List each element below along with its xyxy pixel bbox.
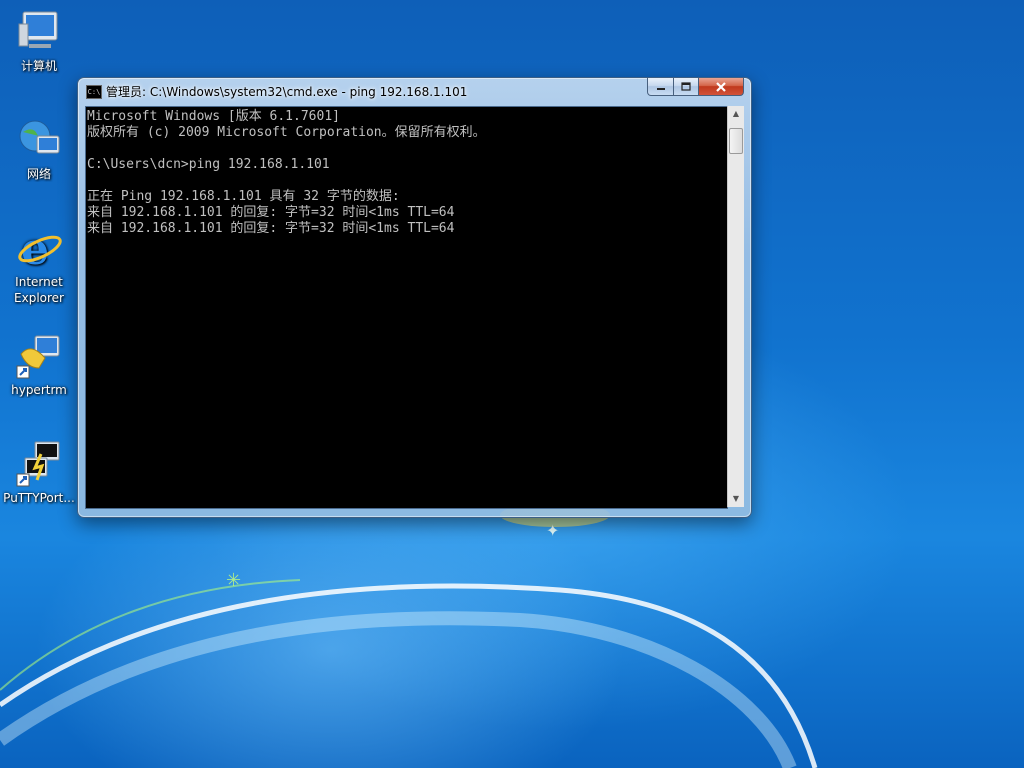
svg-text:✳: ✳ — [226, 570, 241, 591]
scroll-down-icon[interactable]: ▼ — [728, 491, 744, 507]
computer-icon — [18, 11, 58, 48]
putty-icon — [16, 441, 60, 487]
desktop-icon-network[interactable]: 网络 — [2, 116, 76, 182]
console-line: 正在 Ping 192.168.1.101 具有 32 字节的数据: — [87, 189, 400, 204]
console-lines: Microsoft Windows [版本 6.1.7601] 版权所有 (c)… — [86, 107, 727, 237]
desktop-icon-putty[interactable]: PuTTYPort... — [2, 440, 76, 506]
console-line: Microsoft Windows [版本 6.1.7601] — [87, 109, 340, 124]
caption-buttons — [647, 78, 744, 97]
network-icon — [19, 120, 60, 154]
scroll-up-icon[interactable]: ▲ — [728, 106, 744, 122]
window-title: 管理员: C:\Windows\system32\cmd.exe - ping … — [106, 85, 468, 99]
vertical-scrollbar[interactable]: ▲ ▼ — [727, 106, 744, 507]
desktop-icon-label: PuTTYPort... — [3, 491, 75, 505]
desktop-icon-computer[interactable]: 计算机 — [2, 8, 76, 74]
console-line: C:\Users\dcn>ping 192.168.1.101 — [87, 157, 330, 172]
console-line: 版权所有 (c) 2009 Microsoft Corporation。保留所有… — [87, 125, 486, 140]
cmd-window[interactable]: C:\ 管理员: C:\Windows\system32\cmd.exe - p… — [77, 77, 752, 518]
maximize-button[interactable] — [674, 78, 699, 96]
maximize-icon — [681, 82, 691, 91]
desktop-icon-label: Internet Explorer — [14, 275, 64, 305]
desktop-icon-label: 计算机 — [20, 59, 57, 73]
minimize-button[interactable] — [647, 78, 674, 96]
minimize-icon — [656, 87, 665, 90]
internet-explorer-icon: e — [18, 224, 62, 272]
console-output[interactable]: Microsoft Windows [版本 6.1.7601] 版权所有 (c)… — [85, 106, 728, 509]
desktop-icon-hypertrm[interactable]: hypertrm — [2, 332, 76, 398]
title-bar[interactable]: C:\ 管理员: C:\Windows\system32\cmd.exe - p… — [78, 78, 751, 104]
desktop-icon-internet-explorer[interactable]: e Internet Explorer — [2, 224, 76, 306]
desktop-icon-label: 网络 — [26, 167, 51, 181]
close-icon — [716, 81, 726, 92]
svg-text:✦: ✦ — [546, 521, 559, 540]
desktop-icon-label: hypertrm — [11, 383, 67, 397]
scrollbar-thumb[interactable] — [729, 128, 743, 154]
hyperterminal-icon — [16, 335, 60, 379]
close-button[interactable] — [699, 78, 744, 96]
cmd-app-icon[interactable]: C:\ — [86, 85, 102, 99]
console-line: 来自 192.168.1.101 的回复: 字节=32 时间<1ms TTL=6… — [87, 205, 455, 220]
console-line: 来自 192.168.1.101 的回复: 字节=32 时间<1ms TTL=6… — [87, 221, 455, 236]
